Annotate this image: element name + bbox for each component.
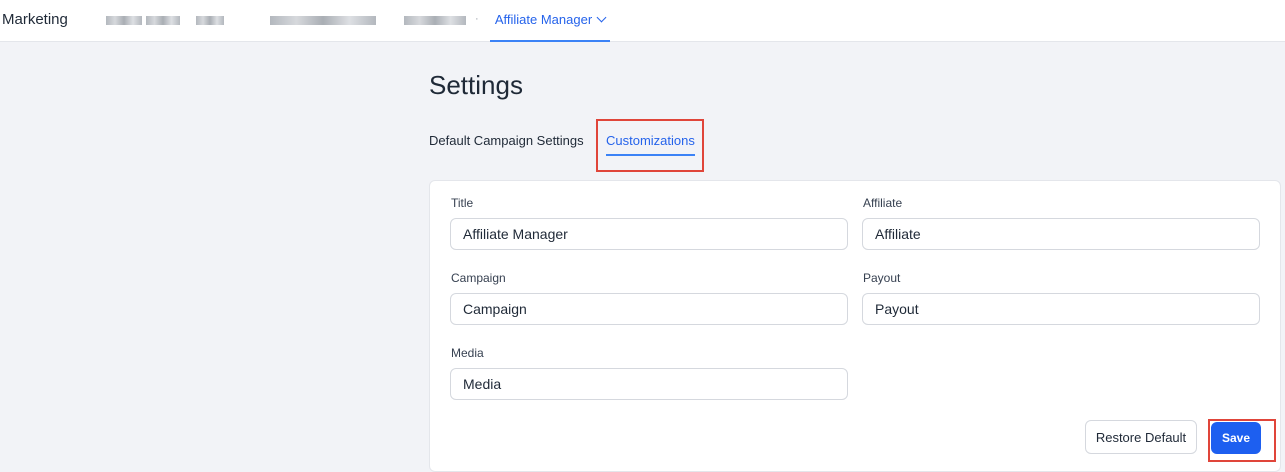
redacted-nav-item[interactable] <box>404 16 466 25</box>
title-label: Title <box>451 196 474 210</box>
media-label: Media <box>451 346 484 360</box>
tab-default-campaign-settings[interactable]: Default Campaign Settings <box>429 133 584 148</box>
redacted-nav-item[interactable] <box>270 16 376 25</box>
page-title: Settings <box>429 70 523 100</box>
tab-customizations[interactable]: Customizations <box>606 133 695 156</box>
affiliate-label: Affiliate <box>863 196 903 210</box>
save-button[interactable]: Save <box>1211 422 1261 454</box>
payout-label: Payout <box>863 271 901 285</box>
redacted-nav-item[interactable] <box>146 16 180 25</box>
nav-affiliate-manager[interactable]: Affiliate Manager <box>490 0 610 42</box>
payout-field[interactable] <box>862 293 1260 325</box>
affiliate-field[interactable] <box>862 218 1260 250</box>
top-navigation-bar: Marketing · Affiliate Manager <box>0 0 1285 42</box>
campaign-label: Campaign <box>451 271 506 285</box>
media-field[interactable] <box>450 368 848 400</box>
title-field[interactable] <box>450 218 848 250</box>
app-brand[interactable]: Marketing <box>2 11 68 28</box>
campaign-field[interactable] <box>450 293 848 325</box>
nav-separator: · <box>475 13 479 25</box>
redacted-nav-item[interactable] <box>196 16 224 25</box>
chevron-down-icon <box>596 12 607 22</box>
redacted-nav-item[interactable] <box>106 16 142 25</box>
nav-affiliate-manager-label: Affiliate Manager <box>494 11 593 27</box>
restore-default-button[interactable]: Restore Default <box>1085 420 1197 454</box>
